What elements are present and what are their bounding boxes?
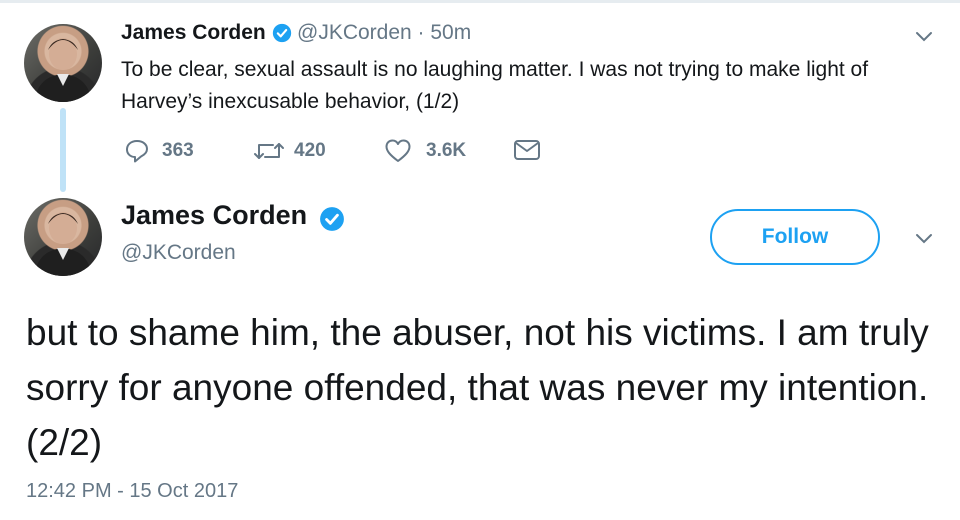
retweet-count: 420 xyxy=(294,140,326,161)
author-handle[interactable]: @JKCorden xyxy=(121,241,236,265)
avatar[interactable] xyxy=(24,198,102,276)
message-icon xyxy=(514,140,540,160)
top-divider xyxy=(0,0,960,3)
avatar-portrait-icon xyxy=(34,38,92,102)
chevron-down-icon[interactable] xyxy=(914,30,934,44)
reply-count: 363 xyxy=(162,140,194,161)
follow-button[interactable]: Follow xyxy=(710,209,880,265)
author-name[interactable]: James Corden xyxy=(121,200,307,231)
verified-badge-icon xyxy=(320,207,344,231)
reply-icon xyxy=(126,140,148,163)
avatar-portrait-icon xyxy=(34,212,92,276)
like-button[interactable]: 3.6K xyxy=(384,138,466,164)
tweet-text: but to shame him, the abuser, not his vi… xyxy=(26,312,929,463)
reply-button[interactable]: 363 xyxy=(124,138,194,164)
like-count: 3.6K xyxy=(426,140,467,161)
tweet-timestamp[interactable]: 12:42 PM - 15 Oct 2017 xyxy=(26,480,238,503)
retweet-button[interactable]: 420 xyxy=(252,138,326,164)
author-name[interactable]: James Corden xyxy=(121,21,266,45)
direct-message-button[interactable] xyxy=(513,138,541,162)
chevron-down-icon[interactable] xyxy=(914,232,934,246)
retweet-icon xyxy=(254,143,284,159)
avatar[interactable] xyxy=(24,24,102,102)
thread-connector xyxy=(60,108,66,192)
like-icon xyxy=(385,139,411,162)
tweet-text: To be clear, sexual assault is no laughi… xyxy=(121,58,869,113)
verified-badge-icon xyxy=(272,23,292,43)
handle-and-time[interactable]: @JKCorden · 50m xyxy=(297,21,471,45)
